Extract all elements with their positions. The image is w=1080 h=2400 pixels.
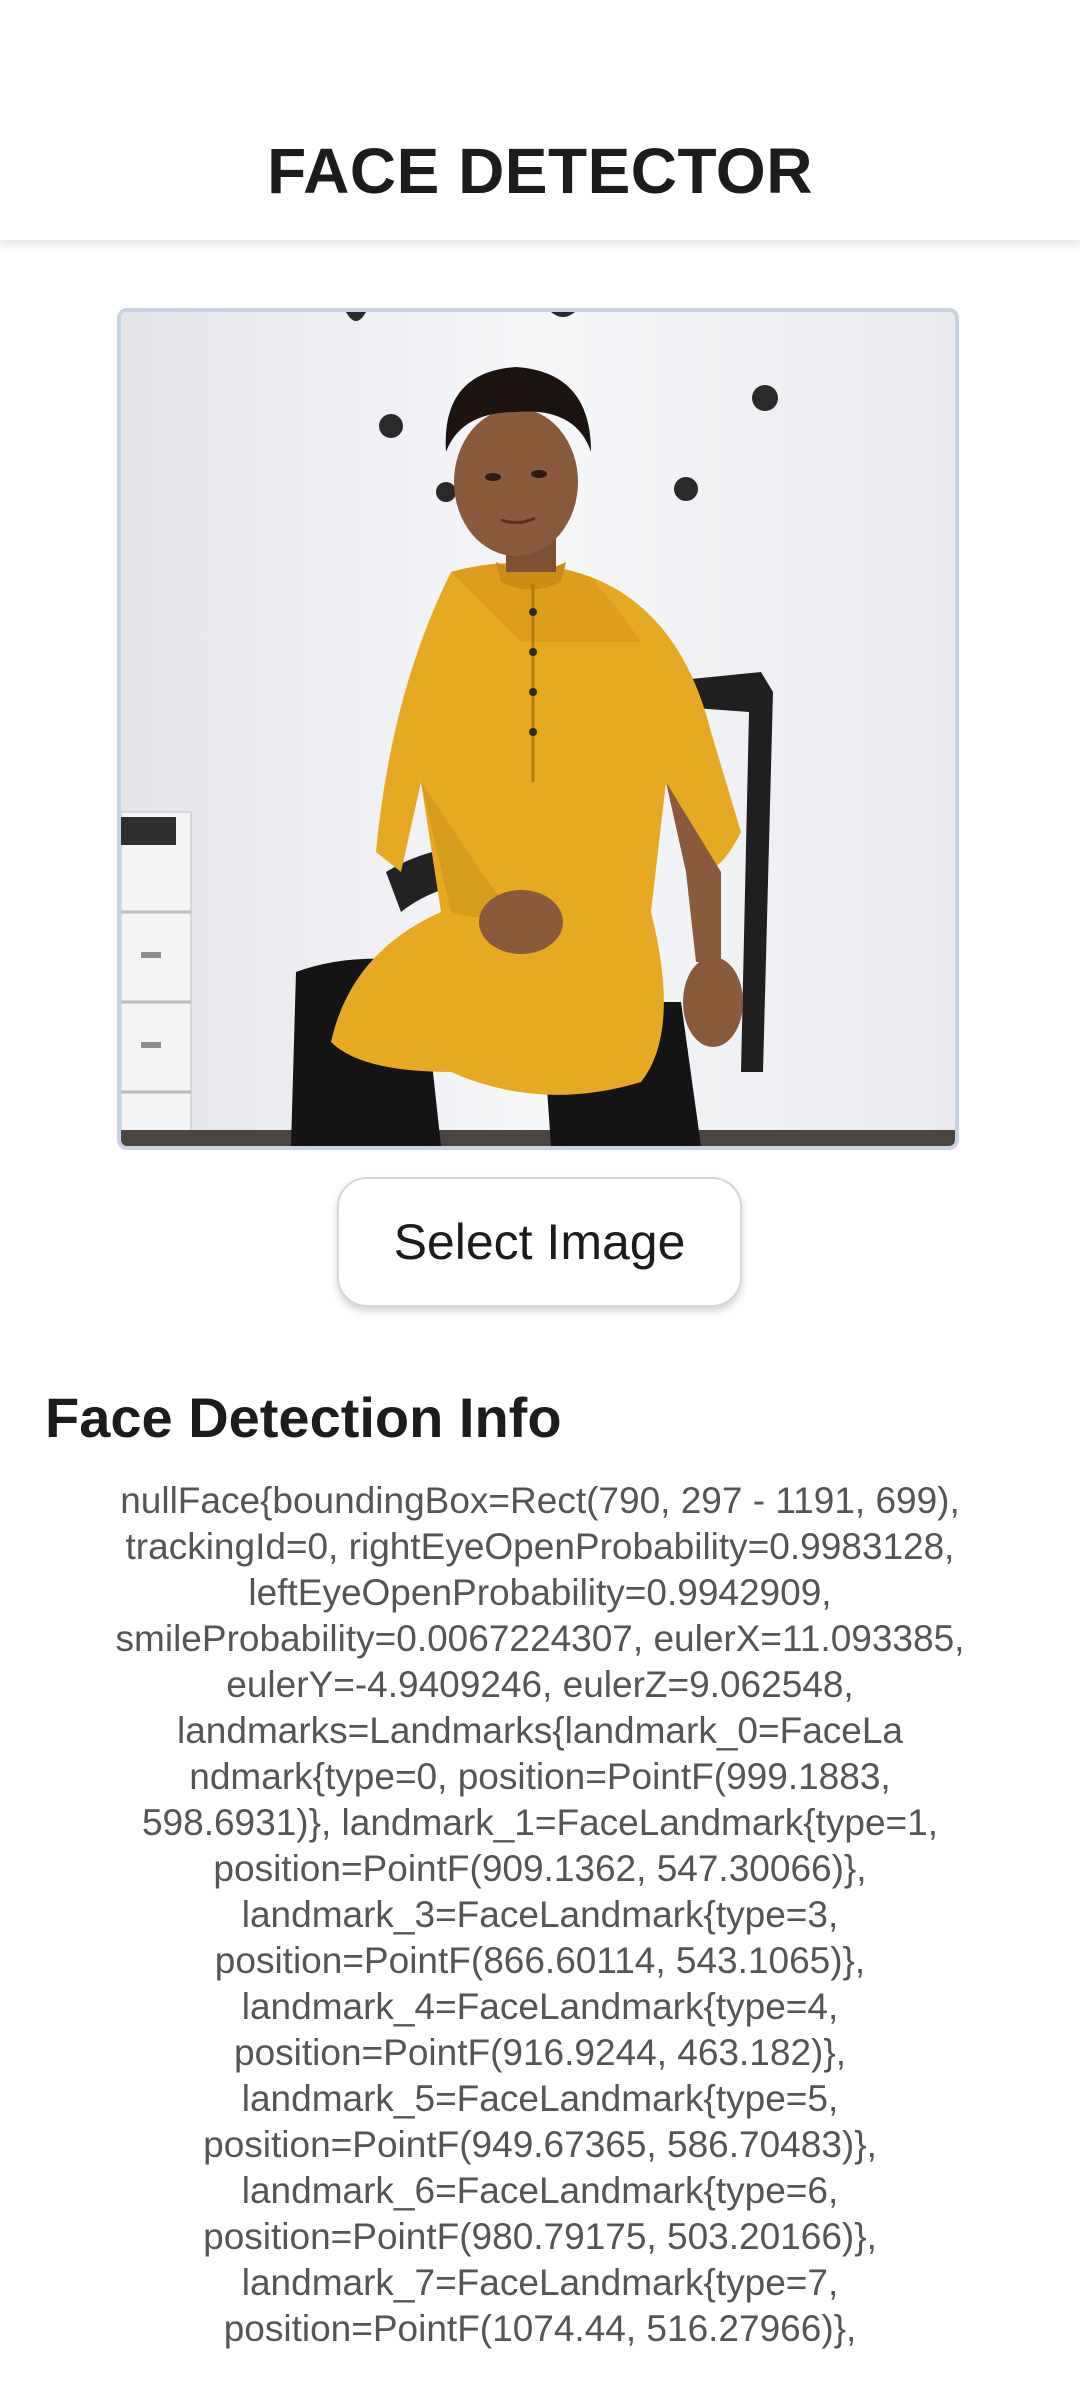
app-bar: FACE DETECTOR: [0, 0, 1080, 240]
info-line: position=PointF(949.67365, 586.70483)},: [203, 2124, 877, 2165]
info-line: position=PointF(909.1362, 547.30066)},: [213, 1848, 867, 1889]
info-line: smileProbability=0.0067224307, eulerX=11…: [115, 1618, 965, 1659]
info-line: eulerY=-4.9409246, eulerZ=9.062548,: [226, 1664, 854, 1705]
info-line: landmark_6=FaceLandmark{type=6,: [241, 2170, 839, 2211]
info-line: position=PointF(916.9244, 463.182)},: [234, 2032, 846, 2073]
info-line: position=PointF(1074.44, 516.27966)},: [223, 2308, 857, 2349]
face-detection-info-heading: Face Detection Info: [45, 1386, 562, 1449]
select-image-button[interactable]: Select Image: [337, 1177, 742, 1307]
info-line: landmark_3=FaceLandmark{type=3,: [241, 1894, 839, 1935]
info-line: nullFace{boundingBox=Rect(790, 297 - 119…: [120, 1480, 960, 1521]
info-line: landmark_5=FaceLandmark{type=5,: [241, 2078, 839, 2119]
info-line: 598.6931)}, landmark_1=FaceLandmark{type…: [141, 1802, 939, 1843]
info-line: position=PointF(866.60114, 543.1065)},: [214, 1940, 866, 1981]
info-line: ndmark{type=0, position=PointF(999.1883,: [189, 1756, 891, 1797]
face-detection-info-text: nullFace{boundingBox=Rect(790, 297 - 119…: [80, 1478, 1000, 2352]
info-line: landmark_7=FaceLandmark{type=7,: [241, 2262, 839, 2303]
info-line: landmark_4=FaceLandmark{type=4,: [241, 1986, 839, 2027]
info-line: landmarks=Landmarks{landmark_0=FaceLa: [176, 1710, 904, 1751]
app-title: FACE DETECTOR: [267, 135, 813, 207]
info-line: leftEyeOpenProbability=0.9942909,: [248, 1572, 832, 1613]
info-line: trackingId=0, rightEyeOpenProbability=0.…: [125, 1526, 955, 1567]
selected-image-preview: [117, 308, 959, 1150]
person-photo-illustration: [121, 312, 955, 1146]
info-line: position=PointF(980.79175, 503.20166)},: [203, 2216, 877, 2257]
